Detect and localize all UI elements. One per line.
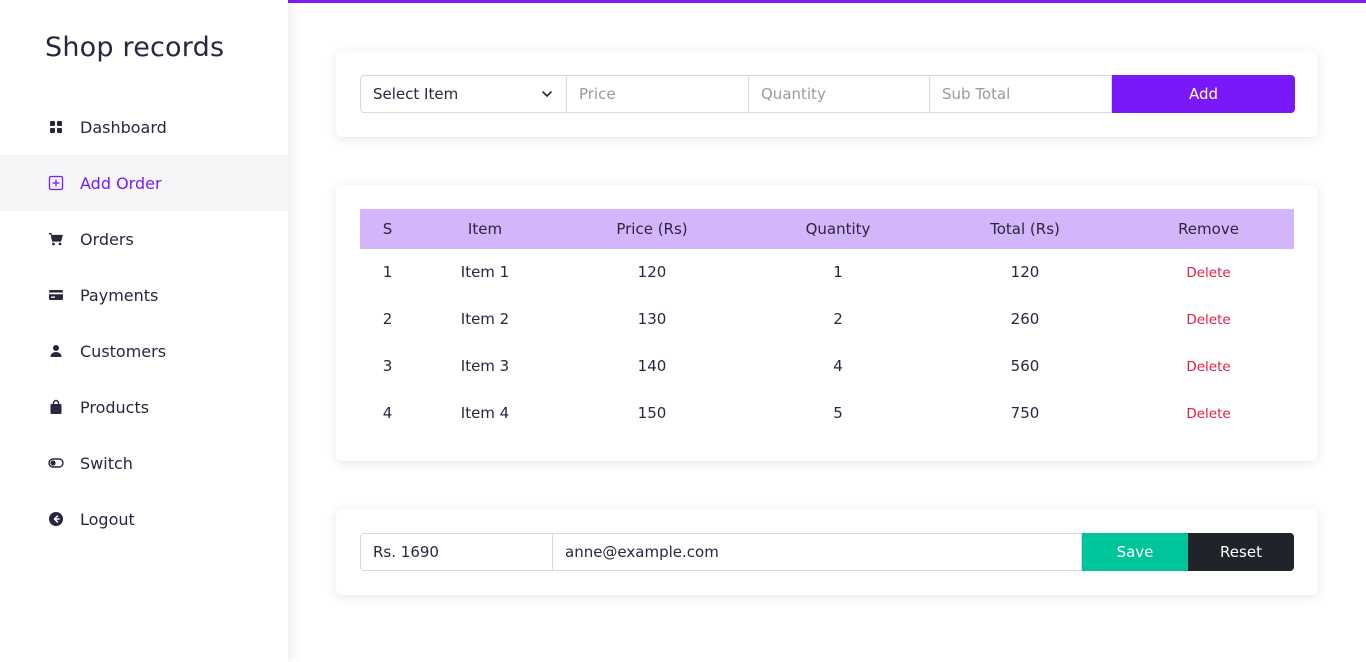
order-summary-form: Save Reset xyxy=(360,533,1294,571)
column-header-s: S xyxy=(382,220,393,238)
cell-total: 260 xyxy=(1010,309,1040,328)
cell-remove: Delete xyxy=(1123,249,1294,295)
sidebar-item-customers[interactable]: Customers xyxy=(0,323,288,379)
item-select-value: Select Item xyxy=(373,85,459,103)
cell-item: Item 2 xyxy=(460,309,510,328)
cell-s: 4 xyxy=(382,403,393,422)
sidebar-item-label: Products xyxy=(80,397,150,417)
sidebar-item-add-order[interactable]: Add Order xyxy=(0,155,288,211)
column-header-remove: Remove xyxy=(1178,220,1239,238)
delete-link[interactable]: Delete xyxy=(1186,406,1230,422)
sidebar-item-dashboard[interactable]: Dashboard xyxy=(0,99,288,155)
cell-item: Item 1 xyxy=(460,263,510,281)
sidebar-item-label: Logout xyxy=(80,509,135,529)
sidebar-item-logout[interactable]: Logout xyxy=(0,491,288,547)
main-content: Select Item Add S Item Price (Rs) Quanti… xyxy=(288,3,1366,662)
order-total-field[interactable] xyxy=(360,533,553,571)
delete-link[interactable]: Delete xyxy=(1186,312,1230,328)
cell-price: 130 xyxy=(637,309,667,328)
delete-link[interactable]: Delete xyxy=(1186,265,1230,281)
column-header-quantity: Quantity xyxy=(805,220,871,238)
toggle-icon xyxy=(48,455,64,471)
credit-card-icon xyxy=(48,287,64,303)
table-header-row: S Item Price (Rs) Quantity Total (Rs) Re… xyxy=(360,209,1294,249)
sidebar-nav: Dashboard Add Order Orders Payments Cust… xyxy=(0,99,288,547)
sidebar-item-switch[interactable]: Switch xyxy=(0,435,288,491)
order-items-card: S Item Price (Rs) Quantity Total (Rs) Re… xyxy=(336,185,1318,461)
cell-s: 3 xyxy=(382,356,393,375)
sidebar-item-label: Add Order xyxy=(80,173,162,193)
cell-quantity: 5 xyxy=(833,403,843,422)
column-header-item: Item xyxy=(467,220,503,238)
dashboard-grid-icon xyxy=(48,119,64,135)
cell-price: 140 xyxy=(637,356,667,375)
cell-quantity: 1 xyxy=(833,263,843,281)
sidebar: Shop records Dashboard Add Order Orders … xyxy=(0,0,288,662)
cell-remove: Delete xyxy=(1123,295,1294,342)
sidebar-item-label: Payments xyxy=(80,285,159,305)
cell-total: 560 xyxy=(1010,356,1040,375)
cell-remove: Delete xyxy=(1123,389,1294,436)
bag-icon xyxy=(48,399,64,415)
sidebar-item-label: Customers xyxy=(80,341,167,361)
table-row: 1 Item 1 120 1 120 Delete xyxy=(360,249,1294,295)
cell-quantity: 4 xyxy=(833,356,843,375)
sidebar-item-label: Orders xyxy=(80,229,134,249)
table-row: 2 Item 2 130 2 260 Delete xyxy=(360,295,1294,342)
reset-button[interactable]: Reset xyxy=(1188,533,1294,571)
column-header-price: Price (Rs) xyxy=(616,220,688,238)
order-summary-card: Save Reset xyxy=(336,509,1318,595)
table-row: 3 Item 3 140 4 560 Delete xyxy=(360,342,1294,389)
table-row: 4 Item 4 150 5 750 Delete xyxy=(360,389,1294,436)
cell-item: Item 3 xyxy=(460,356,510,375)
brand-title: Shop records xyxy=(45,32,225,63)
delete-link[interactable]: Delete xyxy=(1186,359,1230,375)
sidebar-item-label: Switch xyxy=(80,453,133,473)
quantity-input[interactable] xyxy=(749,75,930,113)
chevron-down-icon xyxy=(540,87,554,101)
plus-square-icon xyxy=(48,175,64,191)
order-items-table: S Item Price (Rs) Quantity Total (Rs) Re… xyxy=(360,209,1294,436)
sidebar-item-products[interactable]: Products xyxy=(0,379,288,435)
cell-quantity: 2 xyxy=(833,309,843,328)
add-button[interactable]: Add xyxy=(1112,75,1295,113)
sidebar-item-orders[interactable]: Orders xyxy=(0,211,288,267)
cart-icon xyxy=(48,231,64,247)
user-icon xyxy=(48,343,64,359)
save-button[interactable]: Save xyxy=(1082,533,1188,571)
cell-total: 750 xyxy=(1010,403,1040,422)
cell-price: 120 xyxy=(637,263,667,281)
item-select[interactable]: Select Item xyxy=(360,75,567,113)
logout-arrow-icon xyxy=(48,511,64,527)
add-item-form: Select Item Add xyxy=(360,75,1295,113)
subtotal-input[interactable] xyxy=(930,75,1112,113)
sidebar-item-payments[interactable]: Payments xyxy=(0,267,288,323)
column-header-total: Total (Rs) xyxy=(990,220,1060,238)
price-input[interactable] xyxy=(567,75,749,113)
cell-item: Item 4 xyxy=(460,403,510,422)
cell-total: 120 xyxy=(1010,263,1040,281)
add-item-card: Select Item Add xyxy=(336,51,1318,137)
cell-s: 2 xyxy=(382,309,393,328)
cell-remove: Delete xyxy=(1123,342,1294,389)
cell-price: 150 xyxy=(637,403,667,422)
sidebar-item-label: Dashboard xyxy=(80,117,167,137)
customer-email-field[interactable] xyxy=(553,533,1082,571)
cell-s: 1 xyxy=(382,263,393,281)
